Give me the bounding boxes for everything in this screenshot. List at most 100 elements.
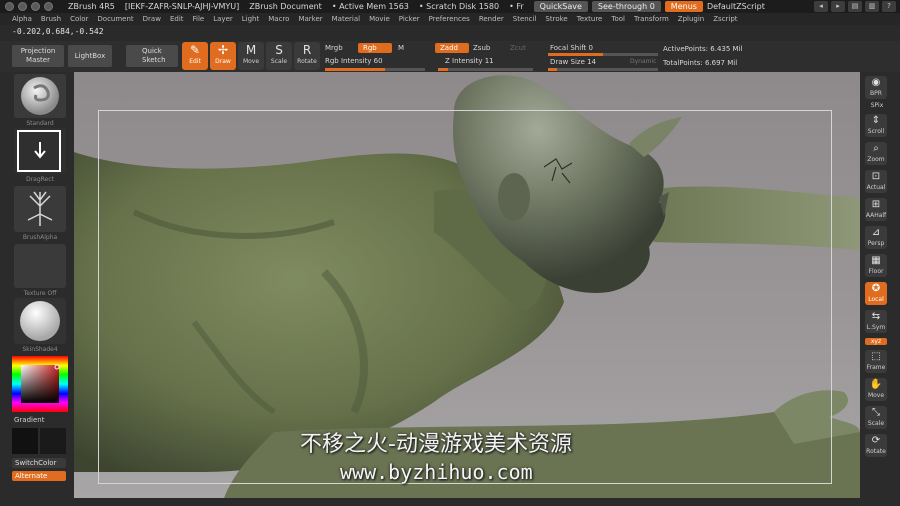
tool-scale-button[interactable]: S Scale xyxy=(266,42,292,70)
mrgb-toggle[interactable]: Mrgb xyxy=(325,44,343,52)
rgb-toggle[interactable]: Rgb xyxy=(358,43,392,53)
menu-bar: Alpha Brush Color Document Draw Edit File Layer… xyxy=(0,13,900,25)
floor-icon: ▦ xyxy=(871,255,881,266)
menu-transform[interactable]: Transform xyxy=(634,15,669,23)
draw-size-track[interactable] xyxy=(548,68,658,71)
draw-size-fill xyxy=(548,68,557,71)
tool-rotate-button[interactable]: R Rotate xyxy=(294,42,320,70)
z-intensity-slider[interactable]: Z Intensity 11 xyxy=(445,57,494,65)
local-button[interactable]: ✪ Local xyxy=(865,282,887,305)
zadd-toggle[interactable]: Zadd xyxy=(435,43,469,53)
tool-label: Draw xyxy=(215,58,231,65)
menu-movie[interactable]: Movie xyxy=(369,15,390,23)
draw-size-slider[interactable]: Draw Size 14 xyxy=(550,58,596,66)
alpha-thumbnail[interactable] xyxy=(14,186,66,232)
brush-thumbnail[interactable] xyxy=(14,74,66,118)
menu-marker[interactable]: Marker xyxy=(298,15,322,23)
focal-shift-slider[interactable]: Focal Shift 0 xyxy=(550,44,593,52)
dragrect-stroke-icon xyxy=(14,128,66,174)
menu-document[interactable]: Document xyxy=(97,15,133,23)
menu-stroke[interactable]: Stroke xyxy=(545,15,567,23)
menu-tool[interactable]: Tool xyxy=(611,15,625,23)
see-through-slider[interactable]: See-through 0 xyxy=(591,1,661,12)
persp-button[interactable]: ⊿ Persp xyxy=(865,226,887,249)
z-intensity-track[interactable] xyxy=(438,68,533,71)
menu-picker[interactable]: Picker xyxy=(399,15,420,23)
menu-render[interactable]: Render xyxy=(479,15,504,23)
quick-sketch-button[interactable]: Quick Sketch xyxy=(126,45,178,67)
rotate-button[interactable]: ⟳ Rotate xyxy=(865,434,887,457)
close-window-button[interactable] xyxy=(5,2,14,11)
rgb-intensity-slider[interactable]: Rgb Intensity 60 xyxy=(325,57,383,65)
zoom-button[interactable]: ⌕ Zoom xyxy=(865,142,887,165)
texture-caption: Texture Off xyxy=(23,290,57,297)
tool-draw-button[interactable]: ✢ Draw xyxy=(210,42,236,70)
aahalf-button[interactable]: ⊞ AAHalf xyxy=(865,198,887,221)
aahalf-icon: ⊞ xyxy=(871,199,881,210)
focal-shift-track[interactable] xyxy=(548,53,658,56)
projection-master-button[interactable]: Projection Master xyxy=(12,45,64,67)
right-button-label: Persp xyxy=(867,240,885,247)
menu-layer[interactable]: Layer xyxy=(213,15,233,23)
actual-button[interactable]: ⊡ Actual xyxy=(865,170,887,193)
menu-draw[interactable]: Draw xyxy=(143,15,161,23)
scale-button[interactable]: ⤡ Scale xyxy=(865,406,887,429)
menu-alpha[interactable]: Alpha xyxy=(12,15,32,23)
scroll-button[interactable]: ⇕ Scroll xyxy=(865,114,887,137)
zsub-toggle[interactable]: Zsub xyxy=(473,44,490,52)
switchcolor-button[interactable]: SwitchColor xyxy=(12,458,66,468)
menu-brush[interactable]: Brush xyxy=(41,15,61,23)
zcut-toggle[interactable]: Zcut xyxy=(510,44,526,52)
bpr-button[interactable]: ◉ BPR xyxy=(865,76,887,99)
move-button[interactable]: ✋ Move xyxy=(865,378,887,401)
color-wheel-icon xyxy=(12,356,68,412)
palette-icon[interactable]: ▤ xyxy=(848,1,862,12)
lightbox-button[interactable]: LightBox xyxy=(68,45,112,67)
help-icon[interactable]: ? xyxy=(882,1,896,12)
texture-thumbnail[interactable] xyxy=(14,244,66,288)
menu-texture[interactable]: Texture xyxy=(577,15,603,23)
minimize-window-button[interactable] xyxy=(18,2,27,11)
menu-stencil[interactable]: Stencil xyxy=(513,15,537,23)
tool-label: Move xyxy=(242,58,260,65)
dynamic-toggle[interactable]: Dynamic xyxy=(630,58,656,65)
secondary-color-swatch[interactable] xyxy=(40,428,66,454)
layout-icon[interactable]: ▥ xyxy=(865,1,879,12)
maximize-window-button[interactable] xyxy=(31,2,40,11)
floor-button[interactable]: ▦ Floor xyxy=(865,254,887,277)
right-button-label: Actual xyxy=(866,184,886,191)
stroke-thumbnail[interactable] xyxy=(14,128,66,174)
arrow-left-icon[interactable]: ◂ xyxy=(814,1,828,12)
watermark-title: 不移之火-动漫游戏美术资源 xyxy=(300,432,572,457)
cursor-coordinates: -0.202,0.684,-0.542 xyxy=(12,27,104,36)
brush-caption: Standard xyxy=(26,120,54,127)
alternate-button[interactable]: Alternate xyxy=(12,471,66,481)
material-thumbnail[interactable] xyxy=(14,298,66,344)
right-shelf: ◉ BPR SPix ⇕ Scroll ⌕ Zoom ⊡ Actual ⊞ AAHalf ⊿ Persp… xyxy=(860,72,900,506)
menu-preferences[interactable]: Preferences xyxy=(429,15,470,23)
menu-file[interactable]: File xyxy=(193,15,205,23)
color-picker[interactable] xyxy=(12,356,68,412)
m-toggle[interactable]: M xyxy=(398,44,404,52)
tool-move-button[interactable]: M Move xyxy=(238,42,264,70)
gradient-label: Gradient xyxy=(14,416,45,424)
frame-button[interactable]: ⬚ Frame xyxy=(865,350,887,373)
menu-zplugin[interactable]: Zplugin xyxy=(678,15,704,23)
rgb-intensity-track[interactable] xyxy=(325,68,425,71)
serial-number: [IEKF-ZAFR-SNLP-AJHJ-VMYU] xyxy=(124,2,240,11)
menu-material[interactable]: Material xyxy=(332,15,360,23)
menus-button[interactable]: Menus xyxy=(664,1,703,12)
lsym-button[interactable]: ⇆ L.Sym xyxy=(865,310,887,333)
spix-slider[interactable]: SPix xyxy=(862,102,892,109)
menu-light[interactable]: Light xyxy=(242,15,259,23)
menu-zscript[interactable]: Zscript xyxy=(713,15,737,23)
tool-edit-button[interactable]: ✎ Edit xyxy=(182,42,208,70)
menu-macro[interactable]: Macro xyxy=(268,15,289,23)
main-color-swatch[interactable] xyxy=(12,428,38,454)
arrow-right-icon[interactable]: ▸ xyxy=(831,1,845,12)
menu-color[interactable]: Color xyxy=(70,15,88,23)
quicksave-button[interactable]: QuickSave xyxy=(533,1,588,12)
default-zscript-button[interactable]: DefaultZScript xyxy=(707,2,765,11)
menu-edit[interactable]: Edit xyxy=(170,15,184,23)
xyz-symmetry-toggle[interactable]: xyz xyxy=(865,338,887,345)
